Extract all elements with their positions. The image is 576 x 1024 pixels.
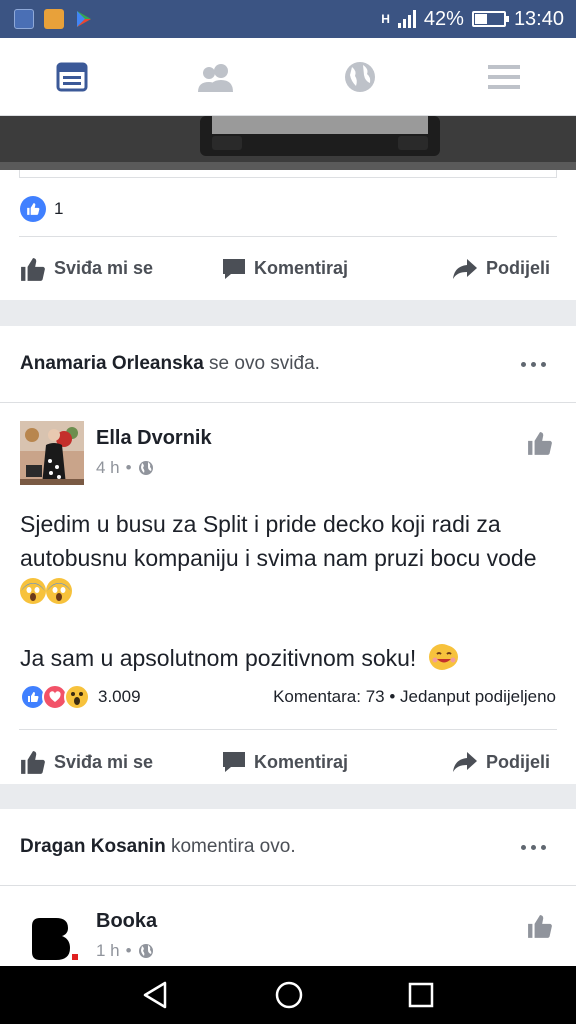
comment-icon (222, 752, 245, 772)
post-card-previous: 1 Sviđa mi se Komentiraj Podijeli (0, 116, 576, 300)
signal-icon (397, 10, 416, 28)
status-bar: H 42% 13:40 (0, 0, 576, 38)
system-navigation-bar (0, 966, 576, 1024)
friends-icon (198, 63, 233, 92)
sim-notification-icon (14, 9, 34, 29)
quick-like-button[interactable] (527, 904, 556, 966)
comment-label: Komentiraj (253, 751, 349, 772)
globe-icon (345, 61, 375, 92)
avatar[interactable] (20, 904, 84, 966)
recent-apps-icon[interactable] (407, 981, 435, 1009)
story-header: Anamaria Orleanska se ovo sviđa. (0, 326, 576, 402)
tab-news-feed[interactable] (0, 38, 144, 115)
post-text-line2: Ja sam u apsolutnom pozitivnom soku! (20, 645, 417, 671)
like-summary[interactable]: 1 (20, 196, 63, 222)
wow-reaction-icon (64, 684, 90, 710)
comment-icon (222, 258, 245, 279)
post-text-line1: Sjedim u busu za Split i pride decko koj… (20, 511, 537, 571)
public-globe-icon (138, 944, 153, 958)
back-icon[interactable] (141, 980, 171, 1010)
story-actor[interactable]: Dragan Kosanin (20, 836, 166, 857)
news-feed-icon (56, 62, 88, 91)
clock: 13:40 (513, 7, 564, 30)
public-globe-icon (138, 461, 153, 475)
more-options-icon[interactable] (521, 361, 556, 367)
comments-count: Komentara: 73 (273, 687, 385, 706)
post-card-ella: Anamaria Orleanska se ovo sviđa. Ella Dv… (0, 326, 576, 784)
story-actor[interactable]: Anamaria Orleanska (20, 353, 204, 374)
comment-button[interactable]: Komentiraj (197, 258, 374, 280)
like-button[interactable]: Sviđa mi se (20, 257, 197, 281)
play-store-icon (77, 11, 91, 27)
thumbs-up-icon (21, 751, 45, 774)
post-card-booka: Dragan Kosanin komentira ovo. Booka 1 h … (0, 809, 576, 966)
post-header: Ella Dvornik 4 h • (0, 403, 576, 499)
scream-emoji-icon (46, 578, 72, 604)
like-reaction-icon (20, 196, 46, 222)
story-header: Dragan Kosanin komentira ovo. (0, 809, 576, 885)
story-activity: komentira ovo. (165, 836, 296, 857)
like-label: Sviđa mi se (54, 751, 154, 772)
thumbs-up-icon (528, 915, 552, 938)
menu-icon (488, 64, 520, 89)
top-navigation (0, 38, 576, 116)
tab-notifications[interactable] (288, 38, 432, 115)
tab-friends[interactable] (144, 38, 288, 115)
quick-like-button[interactable] (527, 421, 556, 499)
blushing-smile-emoji-icon (428, 644, 458, 670)
post-header: Booka 1 h • (0, 886, 576, 966)
post-author[interactable]: Ella Dvornik (96, 427, 212, 450)
share-button[interactable]: Podijeli (373, 751, 556, 773)
network-type-label: H (381, 12, 390, 26)
comments-shares-summary[interactable]: Komentara: 73 • Jedanput podijeljeno (273, 687, 556, 707)
thumbs-up-icon (21, 257, 45, 281)
more-options-icon[interactable] (521, 844, 556, 850)
comment-label: Komentiraj (253, 258, 349, 278)
post-actions: Sviđa mi se Komentiraj Podijeli (0, 730, 576, 794)
home-icon[interactable] (274, 980, 304, 1010)
like-label: Sviđa mi se (54, 258, 154, 278)
shares-count: Jedanput podijeljeno (400, 687, 556, 706)
post-author[interactable]: Booka (96, 910, 157, 933)
scream-emoji-icon (20, 578, 46, 604)
tab-menu[interactable] (432, 38, 576, 115)
share-icon (453, 752, 477, 772)
like-count: 1 (54, 199, 64, 218)
post-time: 1 h • (96, 941, 157, 961)
reactions-summary[interactable]: 3.009 Komentara: 73 • Jedanput podijelje… (0, 677, 576, 717)
post-time: 4 h • (96, 458, 212, 478)
post-time-label: 1 h (96, 941, 120, 960)
battery-icon (471, 11, 509, 27)
comment-button[interactable]: Komentiraj (197, 751, 374, 773)
battery-percent: 42% (423, 7, 464, 30)
app-notification-icon (44, 9, 64, 29)
post-image[interactable] (0, 116, 576, 170)
post-time-label: 4 h (96, 458, 120, 477)
share-button[interactable]: Podijeli (373, 258, 556, 280)
post-text: Sjedim u busu za Split i pride decko koj… (0, 499, 576, 675)
share-icon (453, 258, 477, 279)
like-button[interactable]: Sviđa mi se (20, 750, 197, 774)
story-activity: se ovo sviđa. (203, 353, 320, 374)
post-actions: Sviđa mi se Komentiraj Podijeli (0, 237, 576, 300)
share-label: Podijeli (486, 258, 551, 278)
share-label: Podijeli (486, 751, 551, 772)
avatar[interactable] (20, 421, 84, 485)
reaction-count: 3.009 (98, 687, 141, 706)
thumbs-up-icon (528, 432, 552, 455)
